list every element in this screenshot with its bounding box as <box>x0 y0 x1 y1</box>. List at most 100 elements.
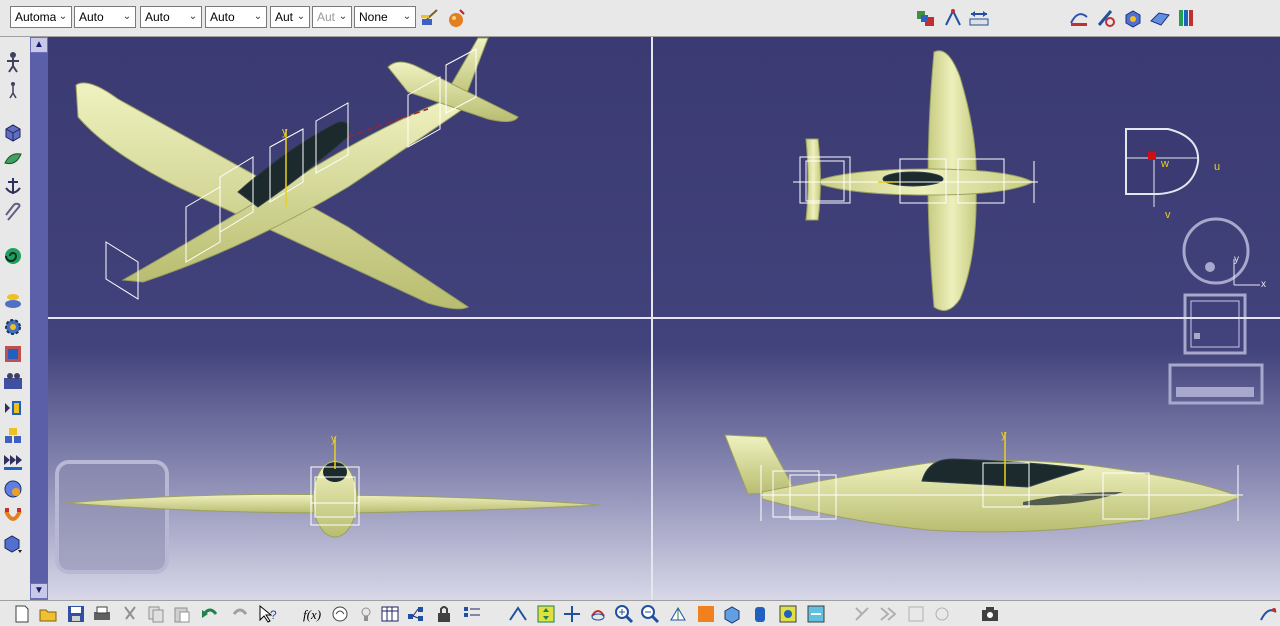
vertical-scrollbar[interactable]: ▲ ▼ <box>30 37 48 600</box>
chevron-down-icon: ⌄ <box>402 11 412 22</box>
side-axis-y-label: y <box>1001 429 1007 441</box>
measure-item-icon[interactable] <box>942 7 964 29</box>
rotate-icon[interactable] <box>588 604 608 624</box>
transparency-combo[interactable]: Auto ⌄ <box>140 6 202 28</box>
format-painter-icon[interactable] <box>419 7 441 29</box>
knowledge-icon[interactable] <box>330 604 350 624</box>
normal-view-icon[interactable] <box>668 604 688 624</box>
hide-show-bottom-icon[interactable] <box>778 604 798 624</box>
light-bulb-icon[interactable] <box>356 604 376 624</box>
line-type-value: Automa <box>15 10 57 24</box>
svg-text:f(x): f(x) <box>303 607 321 622</box>
compass-w-label: w <box>1160 158 1169 170</box>
sphere-tool-icon[interactable] <box>2 478 24 500</box>
front-view: y <box>55 433 601 574</box>
top-view: w u v y x <box>793 50 1266 405</box>
list-icon[interactable] <box>462 604 482 624</box>
shading-icon[interactable] <box>750 604 770 624</box>
chevron-down-icon: ⌄ <box>253 11 263 22</box>
undo-icon[interactable] <box>200 604 220 624</box>
fly-mode-icon[interactable] <box>508 604 528 624</box>
surface-green-icon[interactable] <box>2 148 24 170</box>
new-document-icon[interactable] <box>12 604 32 624</box>
hide-show-icon[interactable] <box>915 7 937 29</box>
linetype-value: Aut <box>275 10 294 24</box>
film-strip-icon[interactable] <box>2 343 24 365</box>
surface-icon[interactable] <box>1149 7 1171 29</box>
layer-value: None <box>359 10 388 24</box>
manikin-small-icon[interactable] <box>2 79 24 101</box>
paperclip-icon[interactable] <box>2 202 24 224</box>
cube-insert-icon[interactable] <box>2 532 24 554</box>
disabled-tool-2-icon <box>878 604 898 624</box>
multi-view-icon[interactable] <box>696 604 716 624</box>
magnet-icon[interactable] <box>2 505 24 527</box>
chevron-down-icon: ⌄ <box>296 11 306 22</box>
anchor-icon[interactable] <box>2 175 24 197</box>
print-icon[interactable] <box>92 604 112 624</box>
measure-between-icon[interactable] <box>968 7 990 29</box>
tree-icon[interactable] <box>406 604 426 624</box>
fast-forward-icon[interactable] <box>2 451 24 473</box>
3d-viewport[interactable]: y w u v y x y y <box>48 37 1280 600</box>
play-animation-icon[interactable] <box>2 397 24 419</box>
box-part-icon[interactable] <box>2 121 24 143</box>
compass-u-label: u <box>1214 161 1220 173</box>
sketch-analysis-icon[interactable] <box>1068 7 1090 29</box>
catalog-icon[interactable] <box>1176 7 1198 29</box>
svg-text:?: ? <box>270 608 277 622</box>
pan-icon[interactable] <box>562 604 582 624</box>
spiral-icon[interactable] <box>2 245 24 267</box>
apply-material-icon[interactable] <box>446 7 468 29</box>
save-icon[interactable] <box>66 604 86 624</box>
whats-this-icon[interactable]: ? <box>258 604 278 624</box>
left-toolbar <box>0 37 31 600</box>
isometric-view: y <box>75 37 519 310</box>
iso-axis-y-label: y <box>282 126 288 138</box>
top-canopy <box>882 171 944 187</box>
point-symbol-combo: Aut ⌄ <box>312 6 352 28</box>
iso-fuselage <box>121 97 465 283</box>
overview-box <box>55 460 169 574</box>
linetype-combo[interactable]: Aut ⌄ <box>270 6 310 28</box>
redo-icon[interactable] <box>230 604 250 624</box>
fit-all-icon[interactable] <box>536 604 556 624</box>
viewport-divider-horizontal[interactable] <box>48 317 1280 319</box>
paste-icon[interactable] <box>172 604 192 624</box>
front-axis-y-label: y <box>331 433 337 445</box>
zoom-in-icon[interactable] <box>614 604 634 624</box>
camera-scene-icon[interactable] <box>2 370 24 392</box>
line-weight-combo[interactable]: Auto ⌄ <box>205 6 267 28</box>
compass-widget[interactable]: w u v <box>1125 128 1220 221</box>
scroll-track[interactable] <box>30 53 48 583</box>
cut-icon[interactable] <box>120 604 140 624</box>
part-body-icon[interactable] <box>1122 7 1144 29</box>
capture-camera-icon[interactable] <box>980 604 1000 624</box>
gear-icon[interactable] <box>2 316 24 338</box>
human-manikin-icon[interactable] <box>2 51 24 73</box>
lock-icon[interactable] <box>434 604 454 624</box>
layer-combo[interactable]: None ⌄ <box>354 6 416 28</box>
chevron-down-icon: ⌄ <box>58 11 68 22</box>
copy-icon[interactable] <box>146 604 166 624</box>
zoom-out-icon[interactable] <box>640 604 660 624</box>
scroll-up-icon[interactable]: ▲ <box>31 38 47 52</box>
table-icon[interactable] <box>380 604 400 624</box>
hole-icon[interactable] <box>2 289 24 311</box>
bottom-toolbar: ? f(x) <box>0 600 1280 626</box>
chevron-down-icon: ⌄ <box>338 11 348 22</box>
open-folder-icon[interactable] <box>38 604 58 624</box>
sketcher-icon[interactable] <box>1095 7 1117 29</box>
color-combo[interactable]: Auto ⌄ <box>74 6 136 28</box>
line-type-combo[interactable]: Automa ⌄ <box>10 6 72 28</box>
disabled-tool-4-icon <box>932 604 952 624</box>
iso-view-icon[interactable] <box>722 604 742 624</box>
scroll-down-icon[interactable]: ▼ <box>31 584 47 598</box>
view-gizmo[interactable]: y x <box>1168 217 1266 405</box>
assembly-icon[interactable] <box>2 424 24 446</box>
transparency-value: Auto <box>145 10 170 24</box>
gizmo-y-label: y <box>1234 254 1239 265</box>
swap-space-icon[interactable] <box>806 604 826 624</box>
formula-icon[interactable]: f(x) <box>302 604 322 624</box>
chevron-down-icon: ⌄ <box>188 11 198 22</box>
